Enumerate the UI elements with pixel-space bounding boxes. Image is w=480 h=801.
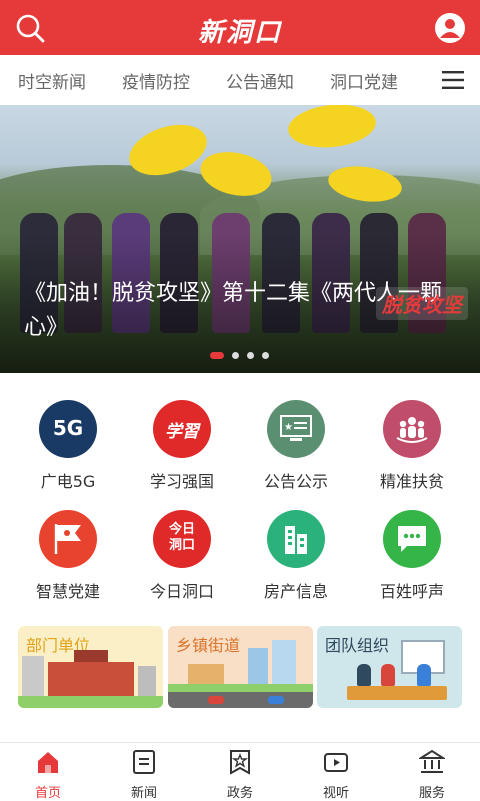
grid-item-xuexi[interactable]: 学習 学习强国 <box>122 400 242 492</box>
nav-item-video[interactable]: 视听 <box>288 749 384 801</box>
tab-party-building[interactable]: 洞口党建 <box>330 68 398 93</box>
banner-badge: 脱贫攻坚 <box>376 287 468 320</box>
xuexi-icon-text: 学習 <box>165 422 199 442</box>
nav-item-government[interactable]: 政务 <box>192 749 288 801</box>
government-icon <box>230 750 250 775</box>
grid-item-label: 百姓呼声 <box>379 582 444 601</box>
carousel-indicator <box>210 345 277 359</box>
grid-item-5g[interactable]: 5G 广电5G <box>8 400 128 492</box>
notice-board-icon: ★ <box>267 400 325 458</box>
grid-item-label: 学习强国 <box>149 472 214 491</box>
nav-label: 首页 <box>34 786 61 801</box>
app-logo: 新洞口 <box>197 18 282 48</box>
card-house <box>188 664 224 684</box>
card-tower <box>248 648 268 684</box>
card-person <box>357 664 371 686</box>
video-icon <box>324 753 348 772</box>
news-icon <box>133 750 155 774</box>
grid-item-label: 公告公示 <box>263 472 328 491</box>
5g-icon-text: 5G <box>52 416 84 440</box>
nav-label: 服务 <box>418 786 445 801</box>
card-tower <box>272 640 296 684</box>
card-towns[interactable]: 乡镇街道 <box>168 626 313 708</box>
grid-item-voice[interactable]: 百姓呼声 <box>352 510 472 602</box>
tab-shikong-news[interactable]: 时空新闻 <box>18 68 86 93</box>
xuexi-icon: 学習 <box>153 400 211 458</box>
nav-label: 政务 <box>226 786 253 801</box>
card-tower <box>138 666 156 696</box>
card-title: 团队组织 <box>325 636 390 655</box>
card-table <box>347 686 447 700</box>
people-icon <box>383 400 441 458</box>
card-person <box>381 664 395 686</box>
tab-epidemic[interactable]: 疫情防控 <box>122 68 190 93</box>
card-tower <box>22 656 44 696</box>
card-building <box>48 662 134 696</box>
category-cards: 部门单位 乡镇街道 团队组织 <box>18 626 462 708</box>
today-dongkou-icon: 今日洞口 <box>153 510 211 568</box>
card-car <box>268 696 284 704</box>
grid-item-party[interactable]: 智慧党建 <box>8 510 128 602</box>
card-title: 乡镇街道 <box>176 636 241 655</box>
building-icon <box>267 510 325 568</box>
carousel-dot[interactable] <box>232 352 239 359</box>
grid-item-housing[interactable]: 房产信息 <box>236 510 356 602</box>
nav-item-home[interactable]: 首页 <box>0 749 96 801</box>
grid-item-today[interactable]: 今日洞口 今日洞口 <box>122 510 242 602</box>
today-icon-text: 今日洞口 <box>168 522 195 553</box>
nav-item-service[interactable]: 服务 <box>384 749 480 801</box>
nav-label: 新闻 <box>130 786 157 801</box>
bottom-nav: 首页 新闻 政务 视听 服务 <box>0 742 480 801</box>
party-flag-icon <box>39 510 97 568</box>
svg-text:★: ★ <box>284 422 293 433</box>
card-departments[interactable]: 部门单位 <box>18 626 163 708</box>
user-icon[interactable] <box>434 12 466 44</box>
banner-umbrella <box>286 105 378 152</box>
category-tabs: 时空新闻 疫情防控 公告通知 洞口党建 <box>0 55 480 106</box>
card-car <box>208 696 224 704</box>
carousel-dot[interactable] <box>262 352 269 359</box>
nav-item-news[interactable]: 新闻 <box>96 749 192 801</box>
grid-item-poverty[interactable]: 精准扶贫 <box>352 400 472 492</box>
carousel-dot-active[interactable] <box>210 352 224 359</box>
card-grass <box>168 684 313 692</box>
nav-label: 视听 <box>322 786 349 801</box>
card-road <box>168 692 313 708</box>
menu-icon[interactable] <box>442 71 464 89</box>
service-icon <box>417 749 447 773</box>
card-teams[interactable]: 团队组织 <box>317 626 462 708</box>
card-person <box>417 664 431 686</box>
carousel-dot[interactable] <box>247 352 254 359</box>
grid-item-label: 智慧党建 <box>35 582 100 601</box>
grid-item-label: 精准扶贫 <box>379 472 444 491</box>
chat-icon <box>383 510 441 568</box>
tab-announcement[interactable]: 公告通知 <box>226 68 294 93</box>
card-ground <box>18 696 163 708</box>
grid-item-notice[interactable]: ★ 公告公示 <box>236 400 356 492</box>
app-header: 新洞口 <box>0 0 480 55</box>
card-building-roof <box>74 650 108 662</box>
grid-item-label: 广电5G <box>40 472 96 491</box>
home-icon <box>38 752 58 773</box>
5g-icon: 5G <box>39 400 97 458</box>
grid-item-label: 今日洞口 <box>149 582 214 601</box>
banner-carousel[interactable]: 《加油！脱贫攻坚》第十二集《两代人一颗心》 脱贫攻坚 <box>0 105 480 373</box>
grid-item-label: 房产信息 <box>263 582 328 601</box>
